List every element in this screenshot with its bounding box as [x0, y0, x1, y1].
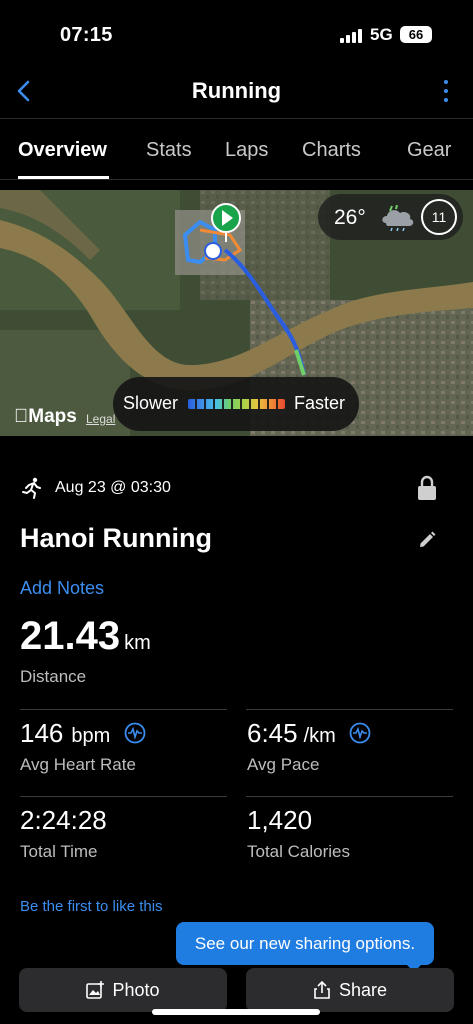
pace-chart-icon[interactable]	[349, 722, 371, 744]
divider	[20, 796, 227, 797]
tab-charts[interactable]: Charts	[302, 139, 361, 162]
nav-bar: Running	[0, 70, 473, 114]
divider	[246, 796, 453, 797]
page-title: Running	[191, 78, 282, 103]
heart-rate-value: 146 bpm	[20, 718, 146, 749]
sharing-tooltip[interactable]: See our new sharing options.	[176, 922, 434, 965]
tab-bar: Overview Stats Laps Charts Gear	[0, 118, 473, 180]
legend-faster-label: Faster	[293, 393, 345, 413]
legend-slower-label: Slower	[123, 393, 179, 413]
activity-date: Aug 23 @ 03:30	[55, 479, 171, 496]
total-time-label: Total Time	[20, 842, 98, 861]
photo-button[interactable]: Photo	[19, 968, 227, 1012]
pace-value: 6:45/km	[247, 718, 371, 749]
pace-gradient-bar	[188, 399, 285, 409]
add-photo-icon	[86, 981, 105, 999]
divider	[20, 709, 227, 710]
battery-icon: 66	[400, 26, 432, 43]
tab-overview[interactable]: Overview	[18, 139, 107, 162]
divider	[246, 709, 453, 710]
more-menu-button[interactable]	[441, 78, 451, 104]
total-calories-label: Total Calories	[247, 842, 350, 861]
share-button[interactable]: Share	[246, 968, 454, 1012]
total-time-value: 2:24:28	[20, 805, 107, 835]
status-bar: 07:15 5G 66	[0, 0, 473, 70]
share-icon	[314, 980, 330, 999]
tab-gear[interactable]: Gear	[407, 139, 451, 162]
clock-icon: 11	[421, 199, 457, 235]
temperature: 26°	[334, 206, 366, 229]
pace-legend: Slower Faster	[113, 377, 359, 431]
pace-label: Avg Pace	[247, 755, 320, 774]
cloud-rain-icon	[382, 205, 414, 231]
lock-icon[interactable]	[416, 474, 438, 502]
add-notes-link[interactable]: Add Notes	[20, 578, 104, 599]
home-indicator	[152, 1009, 320, 1015]
activity-title: Hanoi Running	[20, 523, 212, 553]
heart-rate-label: Avg Heart Rate	[20, 755, 136, 774]
status-time: 07:15	[60, 24, 113, 46]
distance-label: Distance	[20, 667, 87, 686]
network-type: 5G	[370, 25, 393, 44]
tab-laps[interactable]: Laps	[225, 139, 268, 162]
running-icon	[22, 477, 41, 499]
active-tab-indicator	[18, 176, 109, 179]
weather-badge: 26° 11	[318, 194, 463, 240]
legal-link[interactable]: Legal	[86, 412, 115, 426]
distance-value: 21.43 km	[20, 614, 151, 658]
heart-rate-chart-icon[interactable]	[124, 722, 146, 744]
like-link[interactable]: Be the first to like this	[20, 898, 163, 915]
signal-icon	[340, 29, 364, 43]
total-calories-value: 1,420	[247, 805, 313, 835]
route-map[interactable]: 26° 11 Maps Legal Slower Faster	[0, 190, 473, 436]
tab-stats[interactable]: Stats	[146, 139, 192, 162]
edit-pencil-icon[interactable]	[417, 530, 437, 550]
apple-maps-logo: Maps	[14, 406, 77, 427]
